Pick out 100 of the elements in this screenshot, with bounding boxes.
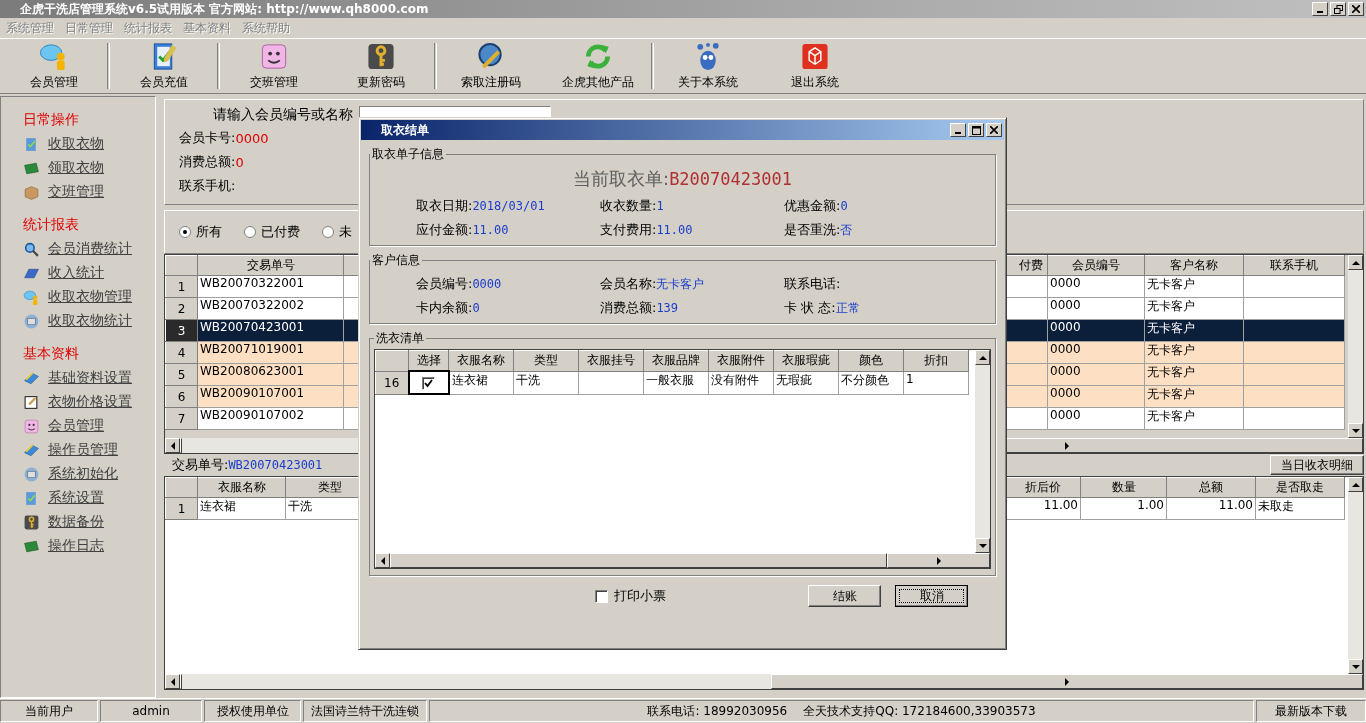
column-header[interactable]: 衣服名称 [448,350,514,371]
sidebar-link[interactable]: 收取衣物管理 [48,288,132,306]
column-header[interactable]: 类型 [513,350,579,371]
sidebar-link[interactable]: 收取衣物统计 [48,312,132,330]
column-header[interactable]: 客户名称 [1144,255,1244,276]
radio-option[interactable]: 所有 [179,223,222,241]
field-label: 联系手机: [179,177,236,195]
scroll-left-button[interactable] [165,674,180,689]
vertical-scrollbar[interactable] [1348,255,1363,438]
column-header[interactable]: 是否取走 [1255,477,1345,498]
sidebar-link[interactable]: 收取衣物 [48,135,104,153]
sidebar-link[interactable]: 操作日志 [48,537,104,555]
row-number: 1 [165,497,198,520]
horizontal-scrollbar[interactable] [165,674,1363,689]
toolbar-button[interactable]: 企虎其他产品 [544,39,651,93]
close-button[interactable] [1348,2,1364,16]
toolbar-button[interactable]: 退出系统 [761,39,868,93]
column-header[interactable]: 联系手机 [1243,255,1345,276]
field-value: 正常 [835,301,860,315]
column-header[interactable]: 衣服品牌 [643,350,709,371]
row-number: 6 [165,385,198,408]
radio-button[interactable] [179,226,191,238]
sidebar-link[interactable]: 领取衣物 [48,159,104,177]
column-header[interactable]: 衣服附件 [708,350,774,371]
scroll-down-button[interactable] [1348,659,1363,674]
field-label: 是否重洗: [784,222,841,237]
scroll-down-button[interactable] [1348,423,1363,438]
field-label: 当前取衣单: [573,168,670,189]
column-header[interactable]: 会员编号 [1047,255,1145,276]
column-header[interactable]: 衣服挂号 [578,350,644,371]
toolbar-button[interactable]: 会员充值 [110,39,217,93]
scroll-up-button[interactable] [1348,477,1363,492]
field-label: 会员卡号: [179,129,236,147]
dialog-button[interactable]: 结账 [808,585,881,607]
radio-button[interactable] [322,226,334,238]
table-cell: 干洗 [516,372,540,387]
radio-option[interactable]: 已付费 [244,223,300,241]
scroll-down-button[interactable] [975,538,990,553]
column-header[interactable]: 折扣 [903,350,969,371]
field-label: 优惠金额: [784,198,841,213]
sidebar-link[interactable]: 会员消费统计 [48,240,132,258]
minimize-button[interactable] [1312,2,1328,16]
download-link[interactable]: 最新版本下载 [1256,700,1366,722]
radio-button[interactable] [244,226,256,238]
notepad-icon [23,393,40,411]
toolbar-button[interactable]: 交班管理 [220,39,327,93]
sidebar-link[interactable]: 系统初始化 [48,465,118,483]
radio-option[interactable]: 未 [322,223,352,241]
sidebar-link[interactable]: 操作员管理 [48,441,118,459]
field-value: 无卡客户 [656,277,705,291]
row-number: 3 [165,319,198,342]
table-cell: WB20080623001 [197,363,344,386]
toolbar-button[interactable]: 索取注册码 [437,39,544,93]
toolbar-button[interactable]: 关于本系统 [654,39,761,93]
field-value: 0 [235,154,244,170]
vertical-scrollbar[interactable] [1348,477,1363,674]
toolbar-button[interactable]: 更新密码 [327,39,434,93]
dialog-button[interactable]: 取消 [895,585,968,607]
column-header[interactable]: 数量 [1080,477,1167,498]
order-number: B20070423001 [669,169,792,189]
print-receipt-option[interactable]: 打印小票 [595,587,666,605]
checkbox[interactable] [422,376,435,390]
column-header[interactable]: 交易单号 [197,255,344,276]
toolbar-button[interactable]: 会员管理 [0,39,107,93]
restore-button[interactable] [1330,2,1346,16]
scroll-left-button[interactable] [375,553,390,568]
column-header[interactable]: 衣服名称 [197,477,286,498]
daily-details-button[interactable]: 当日收衣明细 [1270,455,1364,475]
close-icon [990,126,998,134]
sidebar-link[interactable]: 衣物价格设置 [48,393,132,411]
scroll-up-button[interactable] [975,350,990,365]
sidebar-link[interactable]: 交班管理 [48,183,104,201]
field-label: 消费总额: [179,153,236,171]
column-header[interactable]: 总额 [1166,477,1256,498]
scroll-up-button[interactable] [1348,255,1363,270]
table-cell: 没有附件 [711,372,759,387]
section-heading: 基本资料 [23,345,80,363]
column-header[interactable]: 衣服瑕疵 [773,350,839,371]
vertical-scrollbar[interactable] [975,350,990,553]
table-cell: WB20090107002 [197,407,344,430]
column-header[interactable]: 颜色 [838,350,904,371]
row-number: 4 [165,341,198,364]
table-cell: 一般衣服 [646,372,694,387]
section-heading: 统计报表 [23,216,80,234]
row-number: 5 [165,363,198,386]
checkbox[interactable] [595,589,608,603]
sidebar-link[interactable]: 系统设置 [48,489,104,507]
minimize-button[interactable] [950,123,966,137]
field-label: 收衣数量: [600,198,657,213]
close-button[interactable] [986,123,1002,137]
horizontal-scrollbar[interactable] [375,553,990,568]
sidebar-link[interactable]: 会员管理 [48,417,104,435]
sidebar-link[interactable]: 数据备份 [48,513,104,531]
section-heading: 日常操作 [23,111,80,129]
scroll-left-button[interactable] [165,438,180,453]
sidebar-link[interactable]: 收入统计 [48,264,104,282]
column-header[interactable]: 折后价 [1005,477,1081,498]
maximize-button[interactable] [968,123,984,137]
printer-icon [23,312,40,330]
sidebar-link[interactable]: 基础资料设置 [48,369,132,387]
